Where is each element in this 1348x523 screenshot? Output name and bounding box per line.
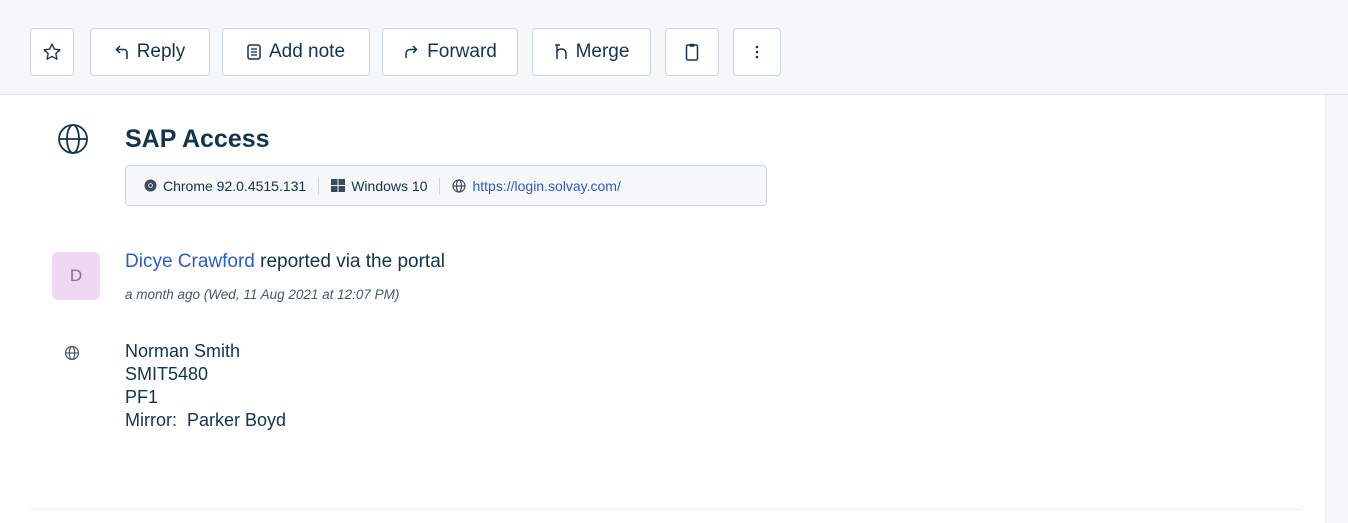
merge-icon — [554, 44, 567, 59]
globe-icon — [58, 124, 88, 154]
add-note-button[interactable]: Add note — [222, 28, 370, 76]
avatar: D — [52, 252, 100, 300]
reply-button[interactable]: Reply — [90, 28, 210, 76]
chrome-icon — [144, 179, 157, 192]
description-line: SMIT5480 — [125, 364, 209, 384]
os-info: Windows 10 — [331, 178, 427, 194]
requester-meta-box: Chrome 92.0.4515.131 Windows 10 https://… — [125, 165, 767, 206]
reply-icon — [115, 45, 128, 59]
browser-label: Chrome 92.0.4515.131 — [163, 177, 307, 194]
clipboard-icon — [685, 43, 699, 61]
windows-icon — [331, 179, 346, 192]
reporter-line: Dicye Crawford reported via the portal — [125, 251, 445, 273]
globe-icon — [64, 345, 80, 361]
forward-button[interactable]: Forward — [382, 28, 518, 76]
reported-via-text: reported via the portal — [260, 251, 445, 272]
star-button[interactable] — [30, 28, 74, 76]
url-link[interactable]: https://login.solvay.com/ — [472, 178, 620, 194]
globe-icon — [452, 178, 467, 193]
meta-separator — [318, 176, 320, 195]
ticket-toolbar: Reply Add note Forward Merge — [0, 0, 1348, 95]
ticket-description: Norman Smith SMIT5480 PF1 Mirror: Parker… — [125, 340, 286, 432]
merge-label: Merge — [575, 41, 630, 62]
note-icon — [247, 44, 261, 60]
os-label: Windows 10 — [351, 177, 428, 194]
add-note-label: Add note — [268, 41, 346, 62]
forward-label: Forward — [427, 41, 497, 62]
star-icon — [43, 43, 61, 60]
meta-separator — [439, 176, 441, 195]
forward-icon — [405, 45, 418, 58]
divider — [30, 509, 1302, 510]
ticket-content: SAP Access Chrome 92.0.4515.131 Windows … — [0, 95, 1325, 523]
clipboard-button[interactable] — [665, 28, 719, 76]
reply-label: Reply — [136, 41, 186, 62]
description-line: Norman Smith — [125, 341, 241, 361]
right-panel-edge — [1325, 95, 1348, 523]
more-vertical-icon — [755, 45, 759, 59]
timestamp: a month ago (Wed, 11 Aug 2021 at 12:07 P… — [125, 287, 400, 302]
merge-button[interactable]: Merge — [532, 28, 651, 76]
url-info[interactable]: https://login.solvay.com/ — [452, 178, 621, 194]
description-line: PF1 — [125, 387, 159, 407]
reporter-name-link[interactable]: Dicye Crawford — [125, 251, 255, 272]
more-options-button[interactable] — [733, 28, 781, 76]
description-line: Mirror: Parker Boyd — [125, 410, 287, 430]
ticket-title: SAP Access — [125, 125, 270, 153]
browser-info: Chrome 92.0.4515.131 — [144, 178, 306, 194]
